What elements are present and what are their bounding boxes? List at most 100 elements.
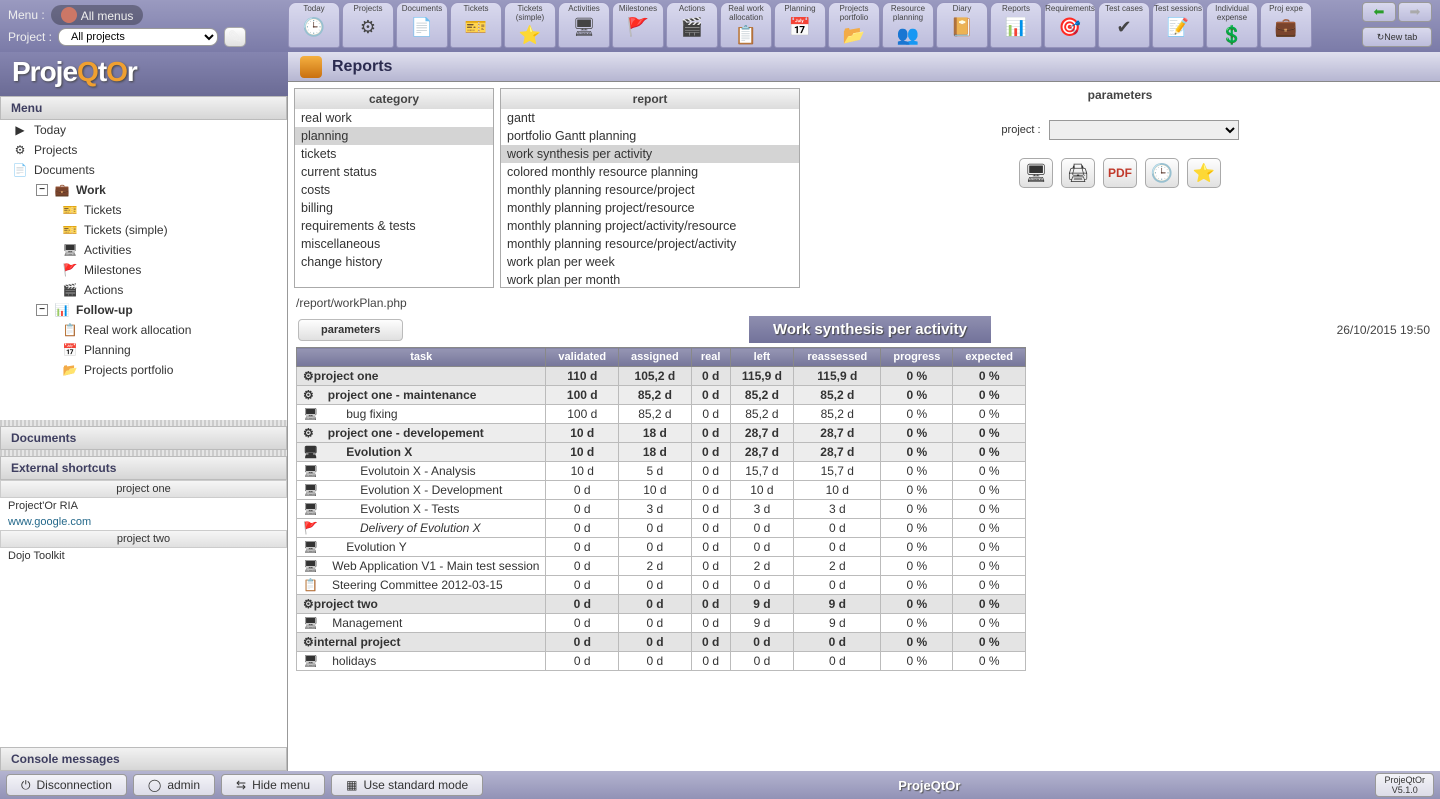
toolbar-real-work-allocation[interactable]: Real work allocation📋: [720, 2, 772, 48]
favorite-button[interactable]: ⭐: [1187, 158, 1221, 188]
nav-fwd-icon[interactable]: ➡: [1398, 2, 1432, 22]
user-button[interactable]: ◯admin: [133, 774, 215, 796]
tree-expander-icon[interactable]: −: [36, 304, 48, 316]
category-item[interactable]: tickets: [295, 145, 493, 163]
tree-item[interactable]: −💼Work: [0, 180, 287, 200]
print-button[interactable]: 🖨: [1061, 158, 1095, 188]
report-item[interactable]: monthly planning resource/project/activi…: [501, 235, 799, 253]
category-item[interactable]: planning: [295, 127, 493, 145]
toolbar-documents[interactable]: Documents📄: [396, 2, 448, 48]
toolbar-icon: 💼: [1274, 15, 1298, 39]
category-item[interactable]: change history: [295, 253, 493, 271]
cell-task: ⚙project one - maintenance: [297, 386, 546, 405]
hide-menu-button[interactable]: ⇆Hide menu: [221, 774, 325, 796]
toolbar-milestones[interactable]: Milestones🚩: [612, 2, 664, 48]
sidebar-console-header[interactable]: Console messages: [0, 747, 287, 771]
cell-validated: 10 d: [546, 424, 619, 443]
pdf-button[interactable]: PDF: [1103, 158, 1137, 188]
toolbar: Today🕒Projects⚙Documents📄Tickets🎫Tickets…: [288, 0, 1360, 52]
tree-item[interactable]: −📊Follow-up: [0, 300, 287, 320]
view-button[interactable]: 🖥: [1019, 158, 1053, 188]
row-type-icon: 🚩: [303, 521, 318, 535]
report-item[interactable]: monthly planning project/activity/resour…: [501, 217, 799, 235]
param-project-select[interactable]: [1049, 120, 1239, 140]
std-mode-button[interactable]: ▦Use standard mode: [331, 774, 483, 796]
cell-left: 0 d: [730, 576, 793, 595]
category-item[interactable]: current status: [295, 163, 493, 181]
toolbar-icon: 📔: [950, 15, 974, 39]
toolbar-projects-portfolio[interactable]: Projects portfolio📂: [828, 2, 880, 48]
toolbar-requirements[interactable]: Requirements🎯: [1044, 2, 1096, 48]
menu-selector[interactable]: All menus: [51, 5, 144, 25]
report-listbox[interactable]: report ganttportfolio Gantt planningwork…: [500, 88, 800, 288]
tree-item[interactable]: 🎬Actions: [0, 280, 287, 300]
tree-item[interactable]: ▶Today: [0, 120, 287, 140]
edit-project-icon[interactable]: ✎: [224, 27, 246, 47]
category-item[interactable]: real work: [295, 109, 493, 127]
category-listbox[interactable]: category real workplanningticketscurrent…: [294, 88, 494, 288]
report-item[interactable]: work synthesis per activity: [501, 145, 799, 163]
toolbar-test-cases[interactable]: Test cases✔: [1098, 2, 1150, 48]
nav-back-icon[interactable]: ⬅: [1362, 2, 1396, 22]
tree-item[interactable]: 📂Projects portfolio: [0, 360, 287, 380]
report-path: /report/workPlan.php: [288, 294, 1440, 312]
report-item[interactable]: monthly planning resource/project: [501, 181, 799, 199]
toolbar-activities[interactable]: Activities🖥: [558, 2, 610, 48]
project-selector[interactable]: All projects: [58, 28, 218, 46]
toolbar-icon: 🚩: [626, 15, 650, 39]
report-item[interactable]: monthly planning project/resource: [501, 199, 799, 217]
tree-item[interactable]: ⚙Projects: [0, 140, 287, 160]
report-item[interactable]: portfolio Gantt planning: [501, 127, 799, 145]
tree-item[interactable]: 📄Documents: [0, 160, 287, 180]
toolbar-tickets-simple-[interactable]: Tickets (simple)⭐: [504, 2, 556, 48]
report-item[interactable]: colored monthly resource planning: [501, 163, 799, 181]
report-item[interactable]: work plan per week: [501, 253, 799, 271]
tree-item[interactable]: 📅Planning: [0, 340, 287, 360]
report-item[interactable]: gantt: [501, 109, 799, 127]
cell-assigned: 0 d: [619, 538, 692, 557]
shortcut-link[interactable]: www.google.com: [0, 514, 287, 530]
category-item[interactable]: billing: [295, 199, 493, 217]
cell-reassessed: 28,7 d: [794, 424, 881, 443]
category-item[interactable]: miscellaneous: [295, 235, 493, 253]
toolbar-test-sessions[interactable]: Test sessions📝: [1152, 2, 1204, 48]
tree-item[interactable]: 🎫Tickets (simple): [0, 220, 287, 240]
toolbar-proj-expe[interactable]: Proj expe💼: [1260, 2, 1312, 48]
category-item[interactable]: costs: [295, 181, 493, 199]
sidebar-shortcuts-header[interactable]: External shortcuts: [0, 456, 287, 480]
cell-left: 3 d: [730, 500, 793, 519]
cell-left: 2 d: [730, 557, 793, 576]
new-tab-button[interactable]: ↻ New tab: [1362, 27, 1432, 47]
today-button[interactable]: 🕒: [1145, 158, 1179, 188]
report-item[interactable]: work plan per month: [501, 271, 799, 288]
shortcut-link[interactable]: Project'Or RIA: [0, 498, 287, 514]
toolbar-today[interactable]: Today🕒: [288, 2, 340, 48]
reports-icon: [300, 56, 322, 78]
cell-assigned: 0 d: [619, 595, 692, 614]
tree-expander-icon[interactable]: −: [36, 184, 48, 196]
parameters-toggle-button[interactable]: parameters: [298, 319, 403, 341]
cell-real: 0 d: [691, 405, 730, 424]
tree-item[interactable]: 🖥Activities: [0, 240, 287, 260]
toolbar-diary[interactable]: Diary📔: [936, 2, 988, 48]
toolbar-actions[interactable]: Actions🎬: [666, 2, 718, 48]
sidebar-documents-header[interactable]: Documents: [0, 426, 287, 450]
tree-label: Documents: [34, 163, 95, 177]
cell-left: 85,2 d: [730, 386, 793, 405]
category-item[interactable]: requirements & tests: [295, 217, 493, 235]
row-type-icon: 🖥: [303, 654, 318, 668]
shortcut-link[interactable]: Dojo Toolkit: [0, 548, 287, 564]
toolbar-reports[interactable]: Reports📊: [990, 2, 1042, 48]
tree-item[interactable]: 🚩Milestones: [0, 260, 287, 280]
cell-real: 0 d: [691, 367, 730, 386]
toolbar-resource-planning[interactable]: Resource planning👥: [882, 2, 934, 48]
disconnect-button[interactable]: ⏻Disconnection: [6, 774, 127, 796]
cell-progress: 0 %: [881, 367, 953, 386]
toolbar-planning[interactable]: Planning📅: [774, 2, 826, 48]
toolbar-tickets[interactable]: Tickets🎫: [450, 2, 502, 48]
cell-progress: 0 %: [881, 557, 953, 576]
tree-item[interactable]: 📋Real work allocation: [0, 320, 287, 340]
toolbar-projects[interactable]: Projects⚙: [342, 2, 394, 48]
tree-item[interactable]: 🎫Tickets: [0, 200, 287, 220]
toolbar-individual-expense[interactable]: Individual expense💲: [1206, 2, 1258, 48]
